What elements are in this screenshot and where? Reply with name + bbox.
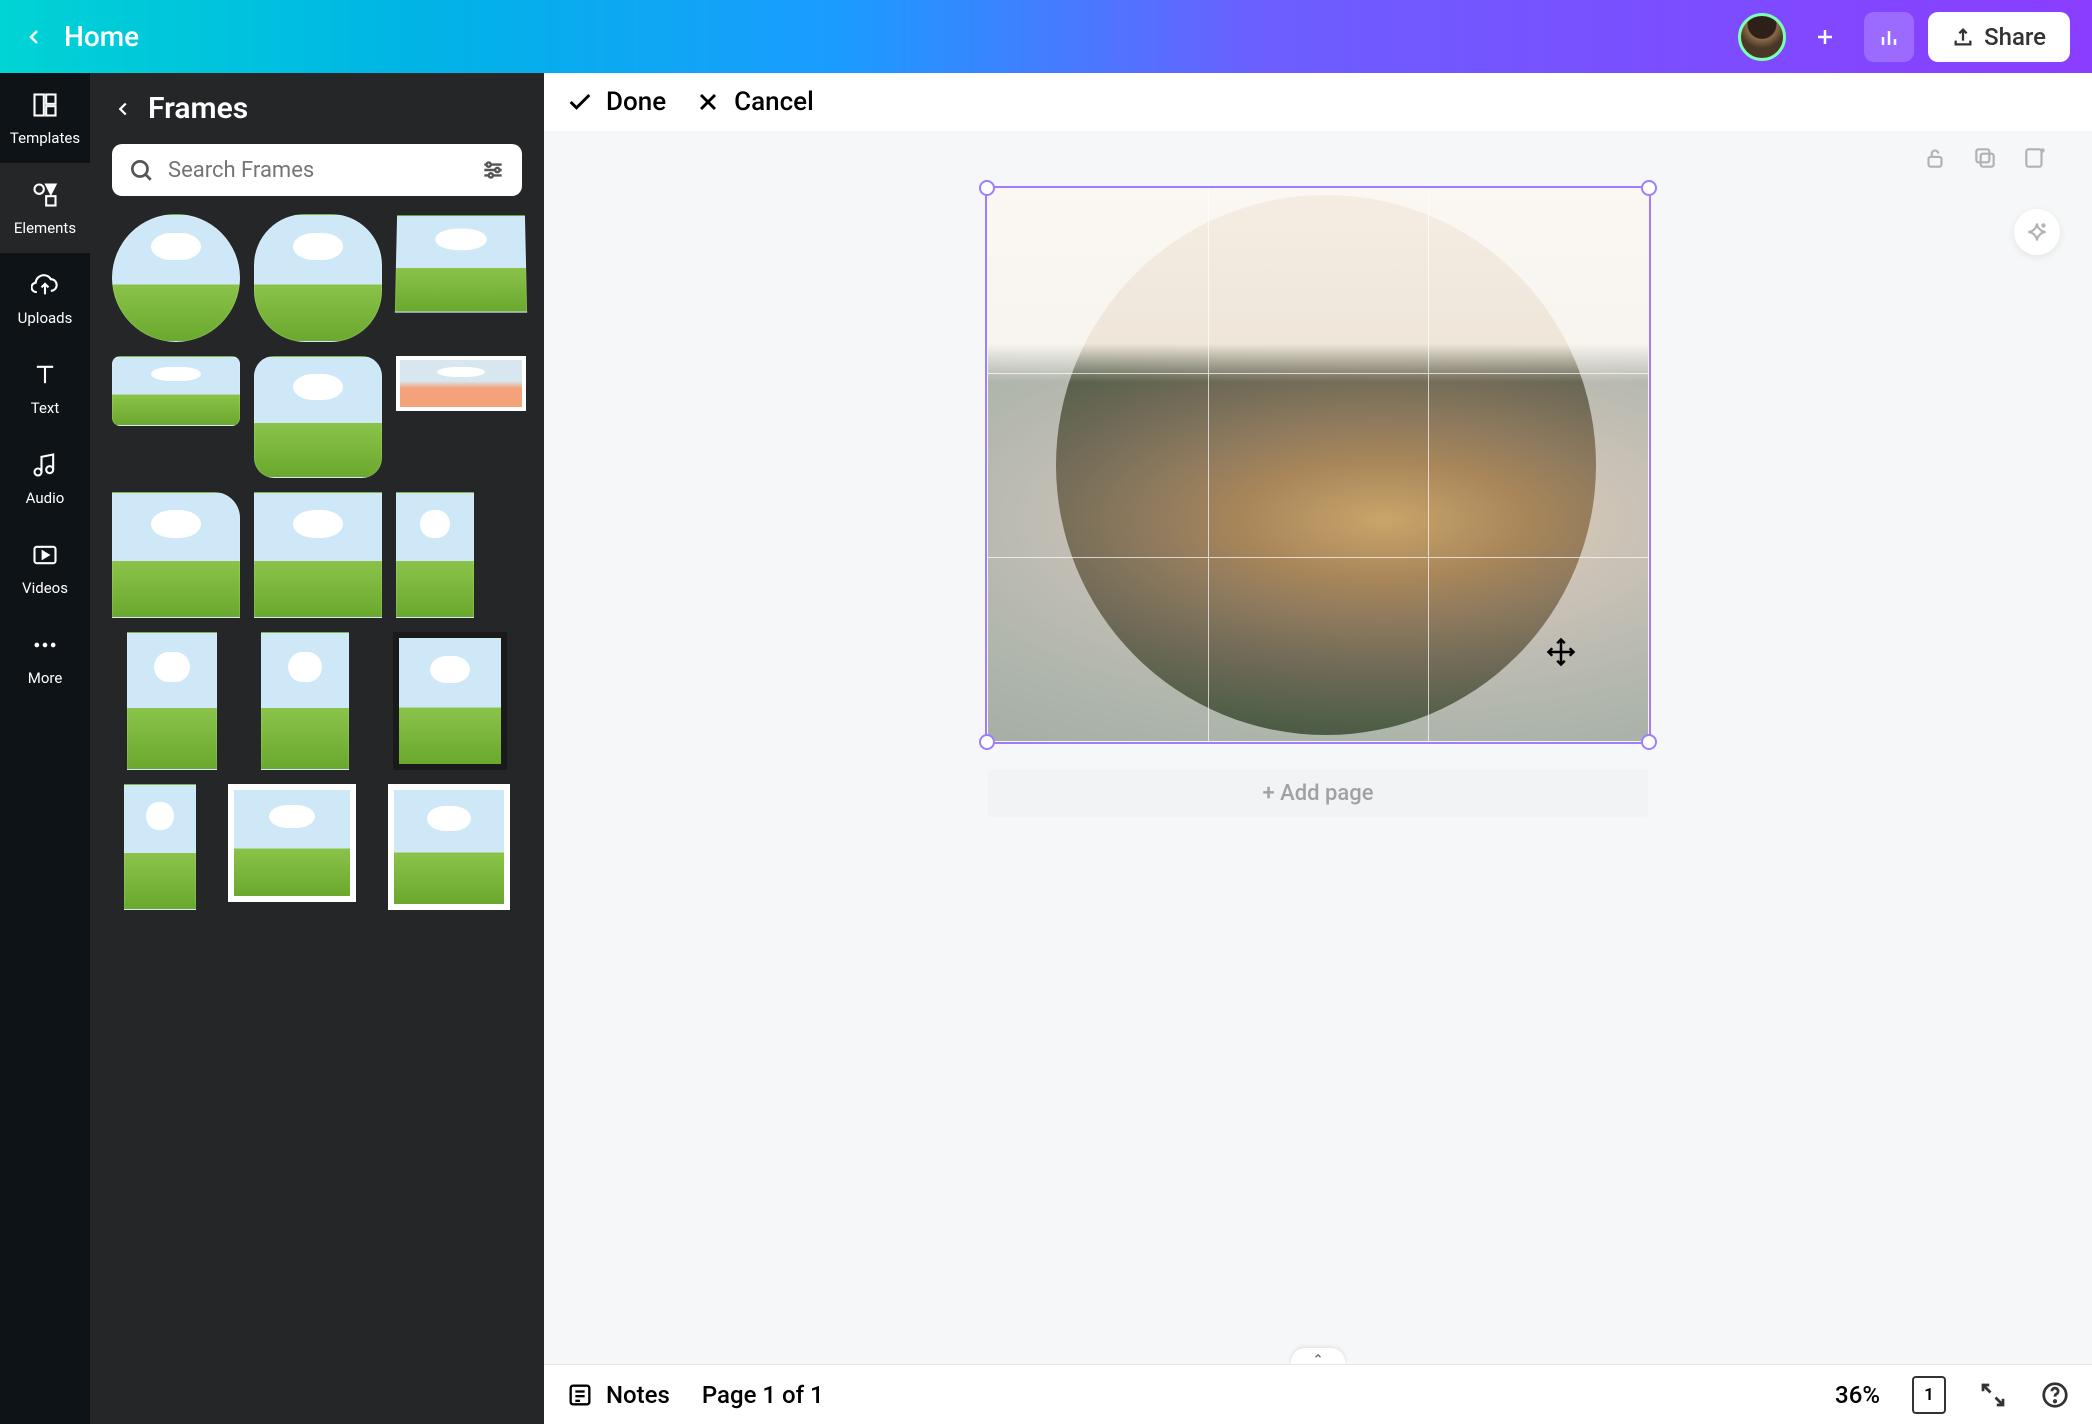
- share-button[interactable]: Share: [1928, 12, 2070, 62]
- frame-scallop[interactable]: [254, 214, 382, 342]
- filter-icon[interactable]: [480, 157, 506, 183]
- page-count-button[interactable]: 1: [1912, 1376, 1946, 1414]
- videos-icon: [29, 539, 61, 571]
- search-box[interactable]: [112, 144, 522, 196]
- canvas-viewport[interactable]: + Add page: [544, 131, 2092, 1364]
- resize-handle-br[interactable]: [1641, 734, 1657, 750]
- rail-label: Audio: [26, 489, 65, 507]
- check-icon: [566, 88, 594, 116]
- duplicate-icon[interactable]: [1972, 145, 1998, 171]
- panel-header: Frames: [90, 73, 544, 144]
- resize-handle-tr[interactable]: [1641, 180, 1657, 196]
- back-icon[interactable]: [22, 25, 46, 49]
- resize-handle-tl[interactable]: [979, 180, 995, 196]
- rail-label: Elements: [14, 219, 76, 237]
- rail-label: Templates: [10, 129, 80, 147]
- uploads-icon: [29, 269, 61, 301]
- top-header: Home Share: [0, 0, 2092, 73]
- resize-handle-bl[interactable]: [979, 734, 995, 750]
- search-input[interactable]: [168, 158, 466, 183]
- notes-icon: [566, 1381, 594, 1409]
- toggle-thumbnails-button[interactable]: [1291, 1348, 1345, 1364]
- add-member-button[interactable]: [1800, 12, 1850, 62]
- rail-label: Videos: [22, 579, 68, 597]
- frame-rounded[interactable]: [254, 356, 382, 478]
- frame-portrait[interactable]: [124, 784, 196, 910]
- more-icon: [29, 629, 61, 661]
- rail-elements[interactable]: Elements: [0, 163, 90, 253]
- frame-polaroid-wide[interactable]: [396, 356, 526, 411]
- home-link[interactable]: Home: [64, 20, 139, 53]
- rail-label: More: [28, 669, 63, 687]
- rail-label: Text: [31, 399, 60, 417]
- cancel-label: Cancel: [734, 87, 814, 117]
- panel-back-icon[interactable]: [112, 98, 134, 120]
- add-page-label: + Add page: [1262, 781, 1373, 806]
- side-panel: Frames: [90, 73, 544, 1424]
- help-icon[interactable]: [2040, 1380, 2070, 1410]
- edit-bar: Done Cancel: [544, 73, 2092, 131]
- rail-text[interactable]: Text: [0, 343, 90, 433]
- share-label: Share: [1984, 23, 2046, 51]
- frame-torn-2[interactable]: [396, 492, 474, 618]
- new-page-icon[interactable]: [2022, 145, 2048, 171]
- rail-label: Uploads: [18, 309, 73, 327]
- panel-title: Frames: [148, 91, 248, 126]
- rail-videos[interactable]: Videos: [0, 523, 90, 613]
- bottom-bar: Notes Page 1 of 1 36% 1: [544, 1364, 2092, 1424]
- frame-polaroid-tall[interactable]: [388, 784, 510, 910]
- fullscreen-icon[interactable]: [1978, 1380, 2008, 1410]
- search-row: [90, 144, 544, 214]
- rail-audio[interactable]: Audio: [0, 433, 90, 523]
- canvas-area: Done Cancel: [544, 73, 2092, 1424]
- upload-icon: [1952, 26, 1974, 48]
- cancel-button[interactable]: Cancel: [694, 87, 814, 117]
- search-icon: [128, 157, 154, 183]
- zoom-level[interactable]: 36%: [1835, 1381, 1880, 1409]
- frame-trapezoid[interactable]: [395, 215, 527, 312]
- lock-icon[interactable]: [1922, 145, 1948, 171]
- sparkle-icon: [2024, 219, 2050, 245]
- frame-polaroid-square[interactable]: [228, 784, 356, 902]
- page-tools: [1922, 145, 2048, 171]
- frame-film[interactable]: [393, 632, 507, 770]
- left-rail: Templates Elements Uploads Text Audio Vi…: [0, 73, 90, 1424]
- chevron-up-icon: [1311, 1351, 1325, 1361]
- close-icon: [694, 88, 722, 116]
- frame-torn-4[interactable]: [261, 632, 349, 770]
- frame-torn-3[interactable]: [127, 632, 217, 770]
- frame-torn-1[interactable]: [254, 492, 382, 618]
- text-icon: [29, 359, 61, 391]
- frame-rect-small[interactable]: [112, 356, 240, 426]
- rail-uploads[interactable]: Uploads: [0, 253, 90, 343]
- header-left: Home: [22, 20, 139, 53]
- move-cursor-icon: [1546, 637, 1576, 667]
- rail-more[interactable]: More: [0, 613, 90, 703]
- elements-icon: [29, 179, 61, 211]
- avatar[interactable]: [1738, 13, 1786, 61]
- ai-assist-button[interactable]: [2014, 209, 2060, 255]
- notes-button[interactable]: Notes: [566, 1381, 670, 1409]
- audio-icon: [29, 449, 61, 481]
- add-page-button[interactable]: + Add page: [988, 769, 1648, 817]
- header-right: Share: [1738, 12, 2070, 62]
- notes-label: Notes: [606, 1381, 670, 1409]
- done-label: Done: [606, 87, 666, 117]
- frames-grid[interactable]: [90, 214, 544, 1424]
- design-page[interactable]: [988, 189, 1648, 741]
- frame-corner-round[interactable]: [112, 492, 240, 618]
- done-button[interactable]: Done: [566, 87, 666, 117]
- page-indicator[interactable]: Page 1 of 1: [702, 1381, 824, 1409]
- analytics-button[interactable]: [1864, 12, 1914, 62]
- rail-templates[interactable]: Templates: [0, 73, 90, 163]
- templates-icon: [29, 89, 61, 121]
- frame-circle[interactable]: [112, 214, 240, 342]
